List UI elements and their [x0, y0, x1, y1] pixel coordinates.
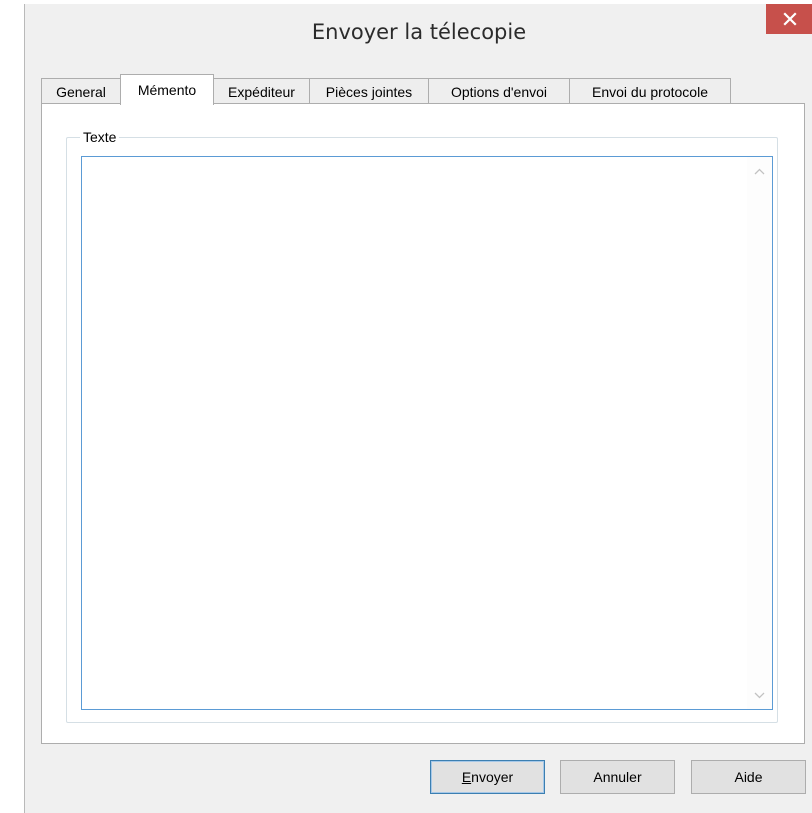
help-button[interactable]: Aide [691, 760, 806, 794]
tab-options-envoi[interactable]: Options d'envoi [428, 78, 570, 104]
chevron-up-icon [754, 168, 765, 174]
tab-general[interactable]: General [41, 78, 121, 104]
tab-label: General [56, 83, 106, 100]
group-label: Texte [80, 129, 120, 145]
cancel-button[interactable]: Annuler [560, 760, 675, 794]
help-button-label: Aide [734, 769, 763, 785]
title-bar[interactable]: Envoyer la télecopie [25, 4, 812, 66]
tab-label: Expéditeur [228, 83, 295, 100]
tab-label: Envoi du protocole [592, 83, 708, 100]
tab-expediteur[interactable]: Expéditeur [213, 78, 310, 104]
send-button[interactable]: Envoyer [430, 760, 545, 794]
scroll-up-button[interactable] [747, 157, 772, 185]
send-button-label: Envoyer [461, 769, 514, 785]
close-icon [782, 12, 797, 26]
memo-text-area[interactable] [81, 156, 773, 710]
scroll-down-button[interactable] [747, 681, 772, 709]
send-fax-dialog: Envoyer la télecopie General Mémento Exp… [24, 4, 812, 813]
tab-strip: General Mémento Expéditeur Pièces jointe… [41, 74, 805, 105]
text-groupbox: Texte [66, 129, 778, 723]
tab-label: Pièces jointes [325, 83, 413, 100]
cancel-button-label: Annuler [593, 769, 642, 785]
window-title: Envoyer la télecopie [311, 20, 527, 44]
chevron-down-icon [754, 692, 765, 698]
vertical-scrollbar[interactable] [747, 157, 772, 709]
tab-envoi-protocole[interactable]: Envoi du protocole [569, 78, 731, 104]
memento-panel: Texte [41, 103, 805, 744]
tab-label: Options d'envoi [450, 83, 548, 100]
tab-label: Mémento [137, 82, 197, 98]
close-button[interactable] [766, 4, 812, 34]
tab-pieces-jointes[interactable]: Pièces jointes [309, 78, 429, 104]
tab-memento[interactable]: Mémento [120, 74, 214, 105]
